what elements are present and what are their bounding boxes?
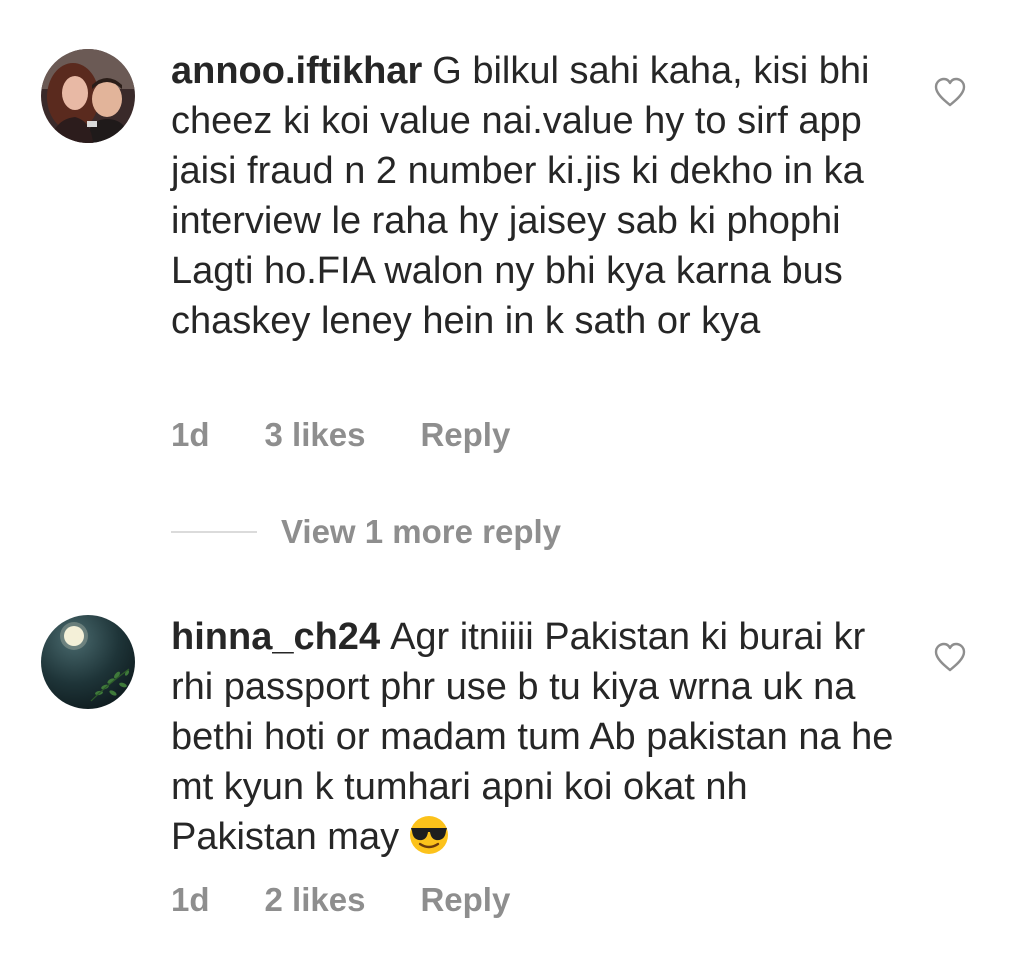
reply-button[interactable]: Reply	[420, 881, 510, 919]
comment-likes-count[interactable]: 2 likes	[265, 881, 366, 919]
divider-line	[171, 531, 257, 533]
comment-text-block: hinna_ch24 Agr itniiii Pakistan ki burai …	[171, 612, 901, 868]
comment-username[interactable]: hinna_ch24	[171, 616, 380, 658]
heart-outline-icon[interactable]	[934, 77, 966, 107]
reply-button[interactable]: Reply	[420, 416, 510, 454]
comment-text-block: annoo.iftikhar G bilkul sahi kaha, kisi b…	[171, 46, 901, 346]
comment-meta: 1d 3 likes Reply	[171, 416, 510, 454]
comment-timestamp[interactable]: 1d	[171, 416, 210, 454]
comment-likes-count[interactable]: 3 likes	[265, 416, 366, 454]
view-more-replies-button[interactable]: View 1 more reply	[171, 513, 561, 551]
avatar[interactable]	[41, 615, 135, 709]
comment-username[interactable]: annoo.iftikhar	[171, 50, 422, 92]
avatar[interactable]	[41, 49, 135, 143]
comment-meta: 1d 2 likes Reply	[171, 881, 510, 919]
smiling-face-with-sunglasses-emoji	[405, 815, 453, 868]
comment-timestamp[interactable]: 1d	[171, 881, 210, 919]
view-more-replies-label: View 1 more reply	[281, 513, 562, 550]
comment-text: G bilkul sahi kaha, kisi bhi cheez ki ko…	[171, 50, 870, 342]
heart-outline-icon[interactable]	[934, 642, 966, 672]
